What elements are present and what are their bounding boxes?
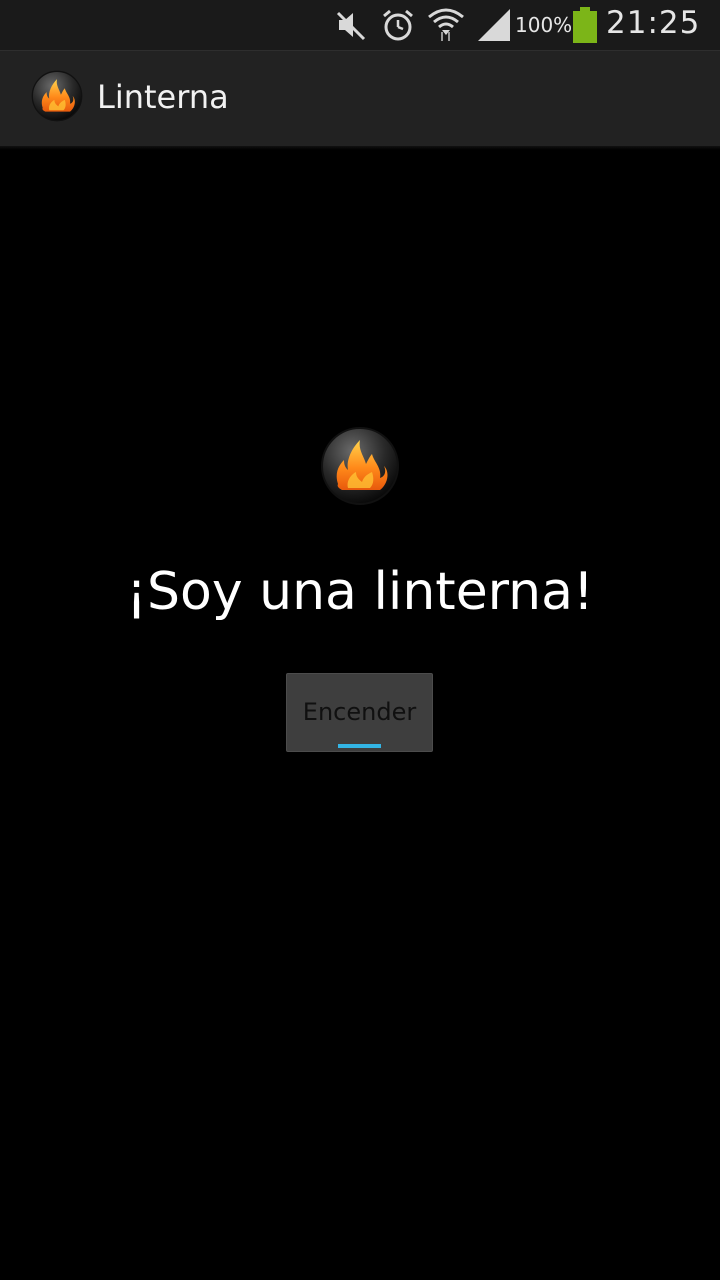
action-bar: Linterna xyxy=(0,50,720,146)
main-content: ¡Soy una linterna! Encender xyxy=(0,150,720,1280)
signal-icon xyxy=(476,7,512,43)
clock: 21:25 xyxy=(606,5,701,41)
muted-icon xyxy=(334,7,368,43)
wifi-icon xyxy=(427,7,465,43)
flame-icon xyxy=(320,426,400,506)
battery-icon xyxy=(572,7,598,43)
encender-button[interactable]: Encender xyxy=(286,673,433,752)
headline: ¡Soy una linterna! xyxy=(126,562,594,622)
alarm-icon xyxy=(380,7,416,43)
status-bar: 100% 21:25 xyxy=(0,0,720,50)
encender-button-label: Encender xyxy=(302,698,417,726)
battery-percent: 100% xyxy=(515,13,573,37)
app-title: Linterna xyxy=(97,78,229,116)
flame-icon[interactable] xyxy=(31,70,83,122)
toggle-indicator xyxy=(338,744,381,748)
